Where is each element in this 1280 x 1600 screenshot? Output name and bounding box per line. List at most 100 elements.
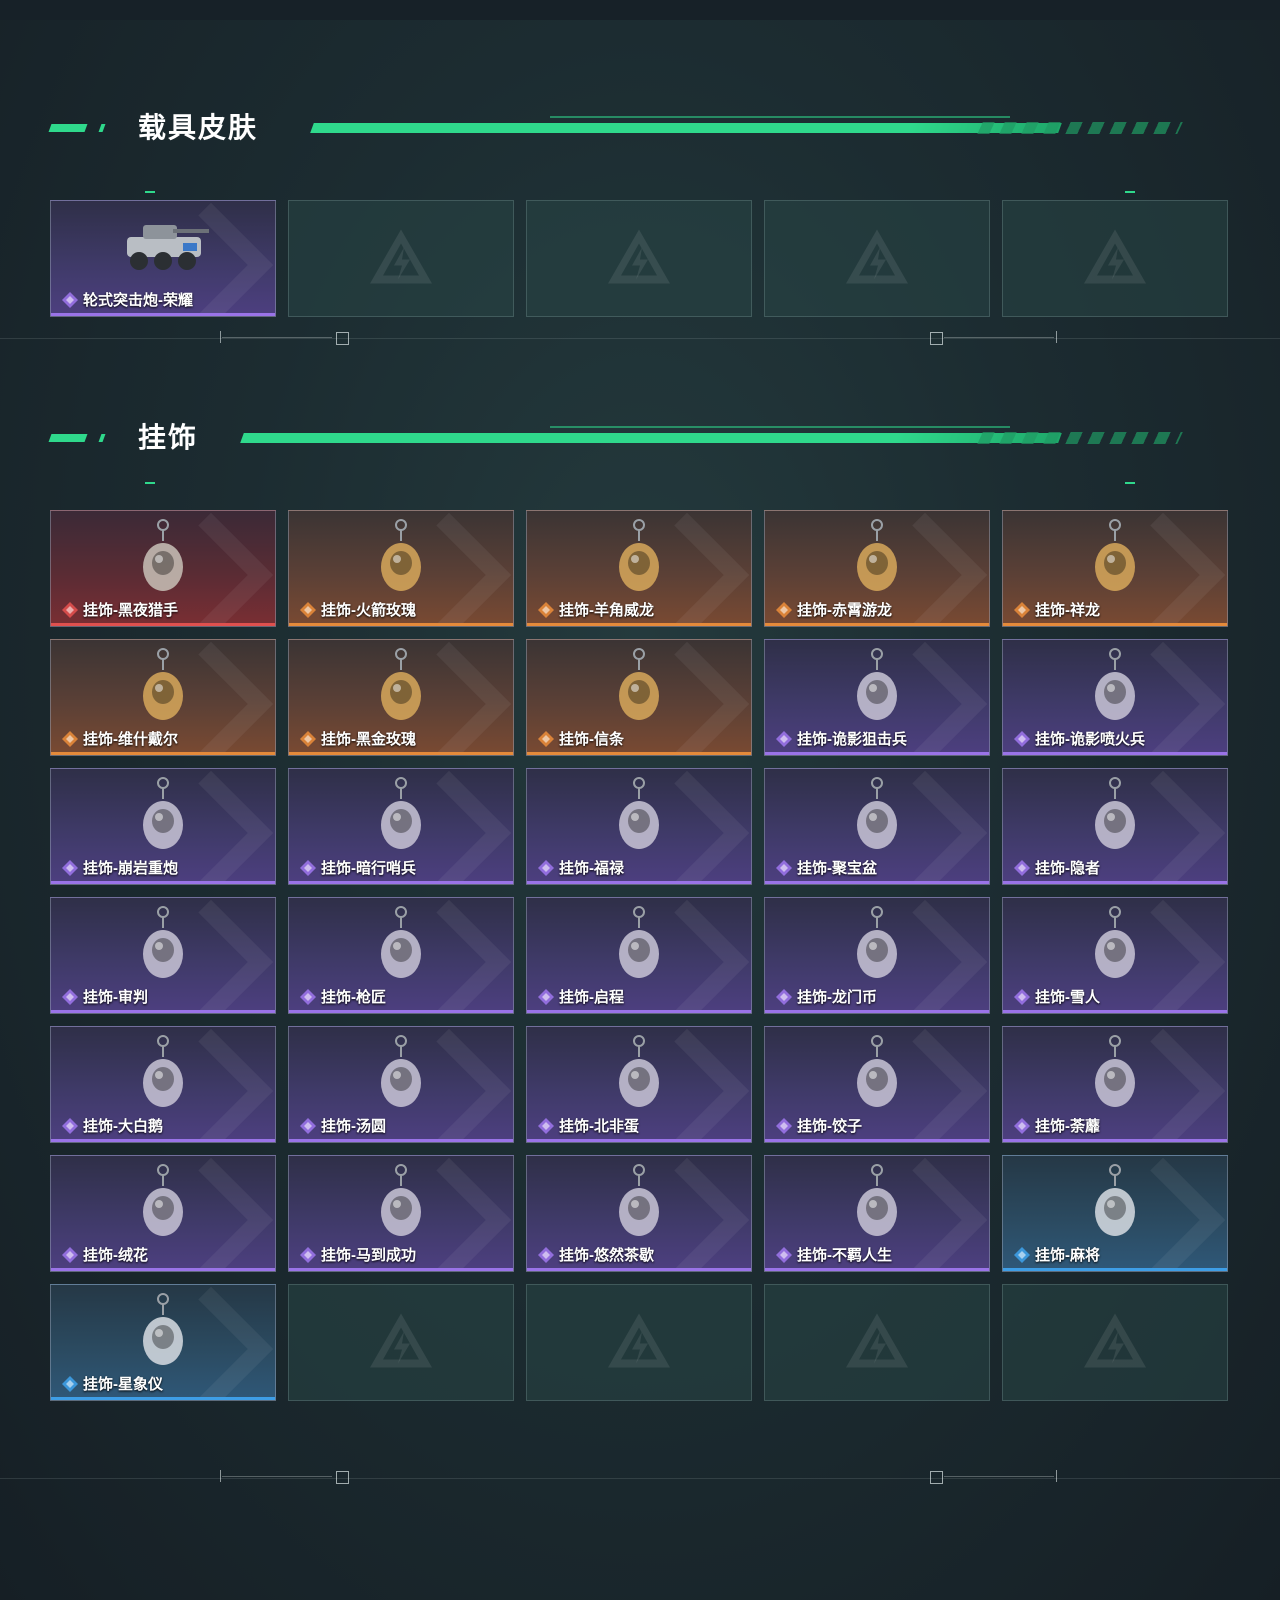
coin-tag-charm-icon xyxy=(842,904,912,993)
flamethrower-charm-icon xyxy=(1080,646,1150,735)
rarity-gem-icon xyxy=(61,601,79,619)
item-card[interactable]: 挂饰-星象仪 xyxy=(50,1284,276,1401)
item-card[interactable]: 挂饰-汤圆 xyxy=(288,1026,514,1143)
item-label: 挂饰-黑夜猎手 xyxy=(61,599,178,620)
item-label: 挂饰-马到成功 xyxy=(299,1244,416,1265)
item-label: 挂饰-福禄 xyxy=(537,857,624,878)
item-label: 挂饰-不羁人生 xyxy=(775,1244,892,1265)
item-card[interactable]: 挂饰-维什戴尔 xyxy=(50,639,276,756)
white-flower-charm-icon xyxy=(1080,1033,1150,1122)
header-dash xyxy=(98,124,106,132)
item-card[interactable]: 挂饰-马到成功 xyxy=(288,1155,514,1272)
rarity-bar xyxy=(765,623,989,626)
item-name: 挂饰-羊角威龙 xyxy=(559,602,654,619)
item-label: 挂饰-大白鹅 xyxy=(61,1115,163,1136)
item-card[interactable]: 轮式突击炮-荣耀 xyxy=(50,200,276,317)
item-card[interactable]: 挂饰-黑夜猎手 xyxy=(50,510,276,627)
rarity-bar xyxy=(51,752,275,755)
item-label: 轮式突击炮-荣耀 xyxy=(61,289,193,310)
item-card[interactable]: 挂饰-龙门币 xyxy=(764,897,990,1014)
rarity-gem-icon xyxy=(1013,1246,1031,1264)
item-label: 挂饰-汤圆 xyxy=(299,1115,386,1136)
empty-slot xyxy=(1002,200,1228,317)
mahjong-tile-charm-icon xyxy=(1080,1162,1150,1251)
tarot-card-charm-icon xyxy=(1080,775,1150,864)
item-card[interactable]: 挂饰-饺子 xyxy=(764,1026,990,1143)
item-card[interactable]: 挂饰-聚宝盆 xyxy=(764,768,990,885)
tick-mark xyxy=(1125,191,1135,193)
item-card[interactable]: 挂饰-信条 xyxy=(526,639,752,756)
deco-line xyxy=(222,1476,332,1477)
item-card[interactable]: 挂饰-启程 xyxy=(526,897,752,1014)
item-name: 挂饰-枪匠 xyxy=(321,989,386,1006)
item-card[interactable]: 挂饰-大白鹅 xyxy=(50,1026,276,1143)
rarity-gem-icon xyxy=(775,859,793,877)
item-name: 挂饰-暗行哨兵 xyxy=(321,860,416,877)
item-card[interactable]: 挂饰-绒花 xyxy=(50,1155,276,1272)
item-name: 挂饰-信条 xyxy=(559,731,624,748)
metal-figure-charm-icon xyxy=(604,646,674,735)
item-name: 挂饰-汤圆 xyxy=(321,1118,386,1135)
rarity-gem-icon xyxy=(537,601,555,619)
item-label: 挂饰-聚宝盆 xyxy=(775,857,877,878)
item-card[interactable]: 挂饰-暗行哨兵 xyxy=(288,768,514,885)
item-card[interactable]: 挂饰-麻将 xyxy=(1002,1155,1228,1272)
item-name: 挂饰-隐者 xyxy=(1035,860,1100,877)
item-name: 挂饰-福禄 xyxy=(559,860,624,877)
divider-line xyxy=(0,1478,1280,1479)
rarity-gem-icon xyxy=(1013,601,1031,619)
tick-mark xyxy=(1125,482,1135,484)
item-card[interactable]: 挂饰-福禄 xyxy=(526,768,752,885)
rarity-bar xyxy=(1003,752,1227,755)
rarity-gem-icon xyxy=(299,1117,317,1135)
item-card[interactable]: 挂饰-赤霄游龙 xyxy=(764,510,990,627)
cupcake-charm-icon xyxy=(604,1162,674,1251)
rarity-gem-icon xyxy=(537,730,555,748)
charms-header: 挂饰 xyxy=(48,418,1200,458)
item-card[interactable]: 挂饰-隐者 xyxy=(1002,768,1228,885)
item-card[interactable]: 挂饰-崩岩重炮 xyxy=(50,768,276,885)
rarity-gem-icon xyxy=(537,859,555,877)
top-bar xyxy=(0,0,1280,20)
item-card[interactable]: 挂饰-悠然茶歇 xyxy=(526,1155,752,1272)
item-card[interactable]: 挂饰-北非蛋 xyxy=(526,1026,752,1143)
item-card[interactable]: 挂饰-枪匠 xyxy=(288,897,514,1014)
item-card[interactable]: 挂饰-羊角威龙 xyxy=(526,510,752,627)
rarity-bar xyxy=(289,1010,513,1013)
item-card[interactable]: 挂饰-黑金玫瑰 xyxy=(288,639,514,756)
vehicle-grid: 轮式突击炮-荣耀 xyxy=(50,200,1228,317)
rarity-bar xyxy=(289,881,513,884)
item-card[interactable]: 挂饰-火箭玫瑰 xyxy=(288,510,514,627)
item-card[interactable]: 挂饰-荼蘼 xyxy=(1002,1026,1228,1143)
item-card[interactable]: 挂饰-不羁人生 xyxy=(764,1155,990,1272)
item-label: 挂饰-赤霄游龙 xyxy=(775,599,892,620)
item-card[interactable]: 挂饰-雪人 xyxy=(1002,897,1228,1014)
heavy-gunner-charm-icon xyxy=(128,775,198,864)
rarity-bar xyxy=(1003,881,1227,884)
item-name: 挂饰-黑金玫瑰 xyxy=(321,731,416,748)
header-thin-line xyxy=(550,116,1010,118)
item-label: 挂饰-黑金玫瑰 xyxy=(299,728,416,749)
item-card[interactable]: 挂饰-诡影狙击兵 xyxy=(764,639,990,756)
item-card[interactable]: 挂饰-审判 xyxy=(50,897,276,1014)
jade-dragon-charm-icon xyxy=(1080,517,1150,606)
item-label: 挂饰-荼蘼 xyxy=(1013,1115,1100,1136)
red-flower-charm-icon xyxy=(128,1162,198,1251)
rarity-bar xyxy=(765,1268,989,1271)
tangyuan-bowl-charm-icon xyxy=(366,1033,436,1122)
header-dash xyxy=(98,434,106,442)
item-card[interactable]: 挂饰-诡影喷火兵 xyxy=(1002,639,1228,756)
deco-line xyxy=(944,1476,1054,1477)
item-card[interactable]: 挂饰-祥龙 xyxy=(1002,510,1228,627)
vehicle-skin-header: 载具皮肤 xyxy=(48,108,1200,148)
item-label: 挂饰-诡影喷火兵 xyxy=(1013,728,1145,749)
rarity-bar xyxy=(527,1139,751,1142)
rarity-bar xyxy=(1003,1139,1227,1142)
deco-tick xyxy=(1056,331,1057,343)
rarity-bar xyxy=(1003,623,1227,626)
item-label: 挂饰-北非蛋 xyxy=(537,1115,639,1136)
treasure-bowl-charm-icon xyxy=(842,775,912,864)
rarity-gem-icon xyxy=(299,859,317,877)
rarity-bar xyxy=(289,1268,513,1271)
empty-slot xyxy=(526,1284,752,1401)
